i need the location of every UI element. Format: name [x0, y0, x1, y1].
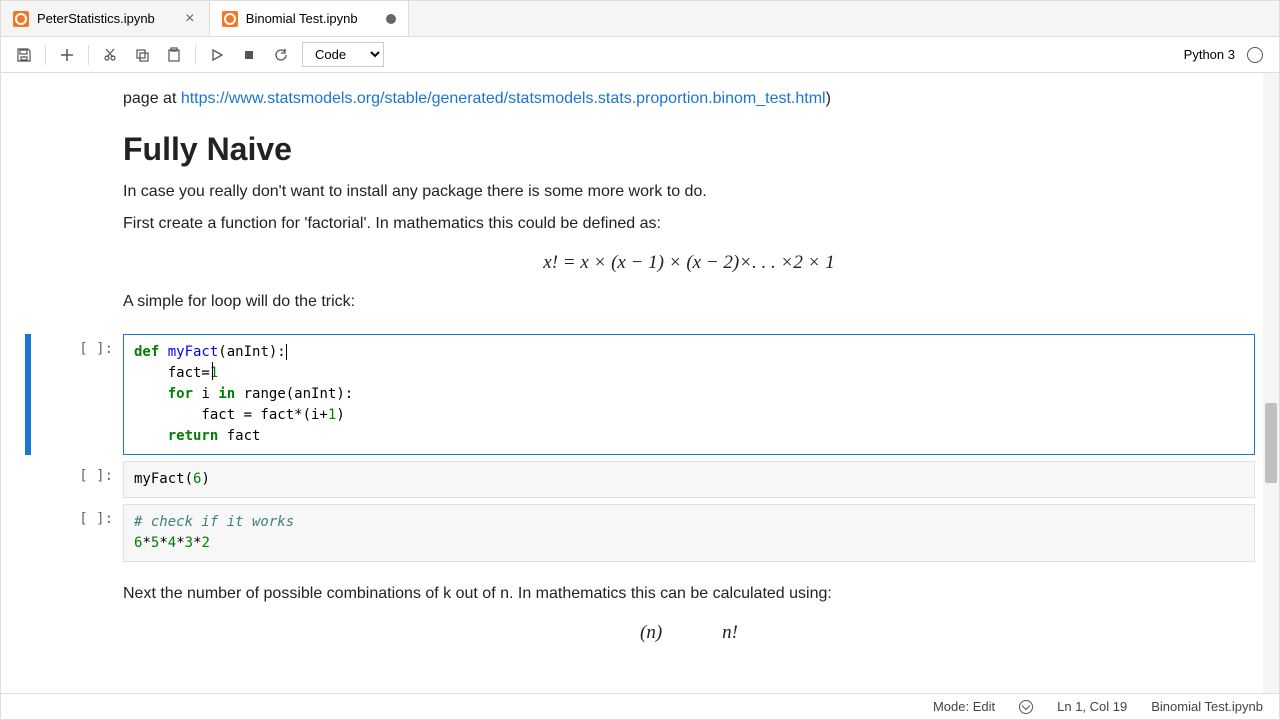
paragraph: page at https://www.statsmodels.org/stab… [123, 87, 1255, 111]
save-button[interactable] [9, 41, 39, 69]
status-cursor: Ln 1, Col 19 [1057, 699, 1127, 714]
cut-button[interactable] [95, 41, 125, 69]
add-cell-button[interactable] [52, 41, 82, 69]
cell-prompt: [ ]: [31, 504, 123, 562]
run-button[interactable] [202, 41, 232, 69]
paragraph: Next the number of possible combinations… [123, 582, 1255, 606]
dirty-indicator-icon [386, 14, 396, 24]
markdown-cell[interactable]: Next the number of possible combinations… [25, 568, 1255, 666]
status-filename: Binomial Test.ipynb [1151, 699, 1263, 714]
notebook-scroll-area[interactable]: page at https://www.statsmodels.org/stab… [1, 73, 1279, 693]
markdown-cell[interactable]: page at https://www.statsmodels.org/stab… [25, 73, 1255, 328]
kernel-name[interactable]: Python 3 [1184, 47, 1235, 62]
restart-button[interactable] [266, 41, 296, 69]
code-cell[interactable]: [ ]:def myFact(anInt): fact=1 for i in r… [25, 334, 1255, 455]
tab-0[interactable]: PeterStatistics.ipynb × [1, 1, 210, 36]
heading: Fully Naive [123, 131, 1255, 168]
tab-1[interactable]: Binomial Test.ipynb [210, 1, 409, 36]
code-cell[interactable]: [ ]:myFact(6) [25, 461, 1255, 498]
math-formula: (n)n! [123, 622, 1255, 644]
cell-prompt: [ ]: [31, 461, 123, 498]
kernel-status-icon[interactable] [1247, 47, 1263, 63]
close-icon[interactable]: × [183, 12, 197, 26]
toolbar: Code Python 3 [1, 37, 1279, 73]
code-cell[interactable]: [ ]:# check if it works 6*5*4*3*2 [25, 504, 1255, 562]
tab-label: PeterStatistics.ipynb [37, 11, 155, 26]
code-input[interactable]: def myFact(anInt): fact=1 for i in range… [123, 334, 1255, 455]
math-formula: x! = x × (x − 1) × (x − 2)×. . . ×2 × 1 [123, 252, 1255, 274]
i-beam-cursor [212, 362, 213, 380]
paragraph: In case you really don't want to install… [123, 180, 1255, 204]
tab-bar: PeterStatistics.ipynb × Binomial Test.ipyn… [1, 1, 1279, 37]
stop-button[interactable] [234, 41, 264, 69]
status-mode: Mode: Edit [933, 699, 995, 714]
text-cursor [286, 344, 287, 360]
paste-button[interactable] [159, 41, 189, 69]
notebook-icon [13, 11, 29, 27]
notebook-icon [222, 11, 238, 27]
paragraph: A simple for loop will do the trick: [123, 290, 1255, 314]
tab-label: Binomial Test.ipynb [246, 11, 358, 26]
scrollbar[interactable] [1263, 73, 1279, 693]
cell-type-select[interactable]: Code [302, 42, 384, 67]
code-input[interactable]: # check if it works 6*5*4*3*2 [123, 504, 1255, 562]
statusbar: Mode: Edit Ln 1, Col 19 Binomial Test.ip… [1, 693, 1279, 719]
code-input[interactable]: myFact(6) [123, 461, 1255, 498]
feedback-button[interactable] [1019, 700, 1033, 714]
link[interactable]: https://www.statsmodels.org/stable/gener… [181, 90, 826, 107]
cell-prompt: [ ]: [31, 334, 123, 455]
scrollbar-thumb[interactable] [1265, 403, 1277, 483]
copy-button[interactable] [127, 41, 157, 69]
paragraph: First create a function for 'factorial'.… [123, 212, 1255, 236]
